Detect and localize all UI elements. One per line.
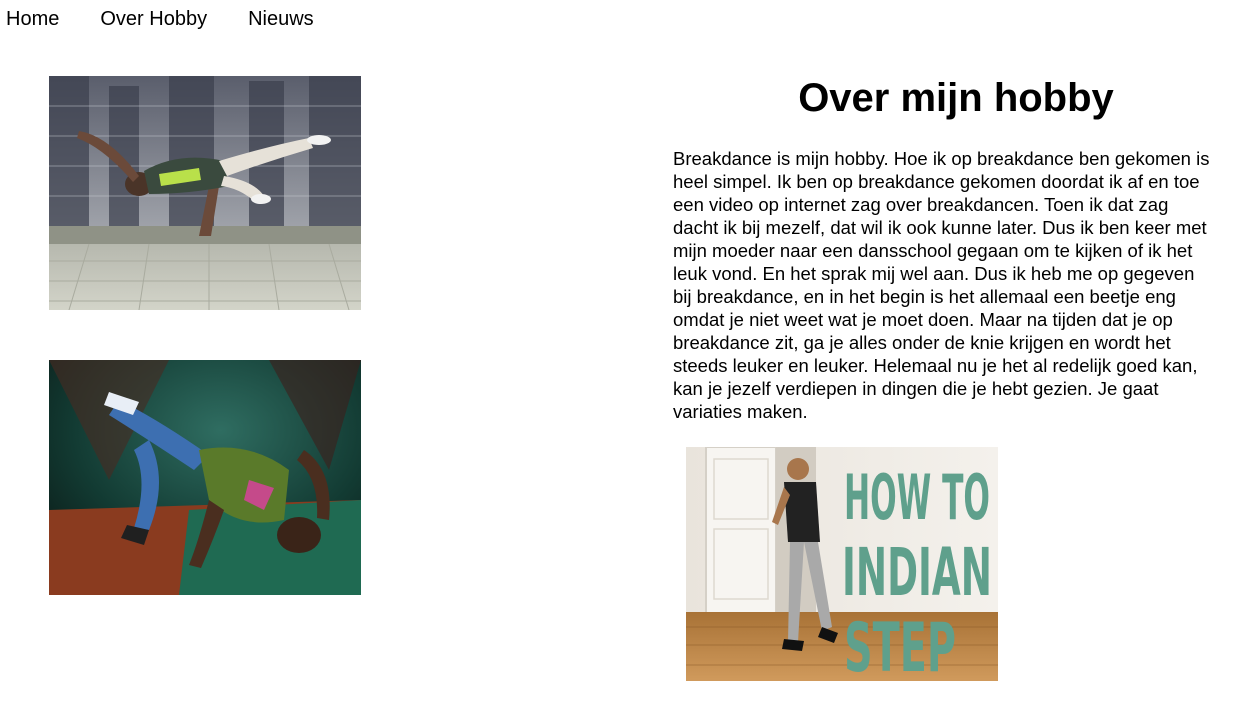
top-nav: Home Over Hobby Nieuws [6, 7, 314, 31]
thumbnail-text-line-3: STEP [844, 609, 956, 681]
thumbnail-text-line-1: HOW TO [844, 461, 990, 534]
page: Home Over Hobby Nieuws Over mijn hobby B… [0, 0, 1251, 716]
hobby-paragraph: Breakdance is mijn hobby. Hoe ik op brea… [673, 148, 1210, 422]
breakdancer-stage-photo [49, 360, 361, 595]
nav-home-link[interactable]: Home [6, 7, 59, 31]
thumbnail-text-line-2: INDIAN [842, 534, 992, 611]
page-title: Over mijn hobby [798, 76, 1114, 120]
how-to-indian-step-thumbnail: HOW TO INDIAN STEP [686, 447, 998, 681]
nav-over-hobby-link[interactable]: Over Hobby [100, 7, 207, 31]
nav-nieuws-link[interactable]: Nieuws [248, 7, 314, 31]
breakdancer-freeze-photo [49, 76, 361, 310]
